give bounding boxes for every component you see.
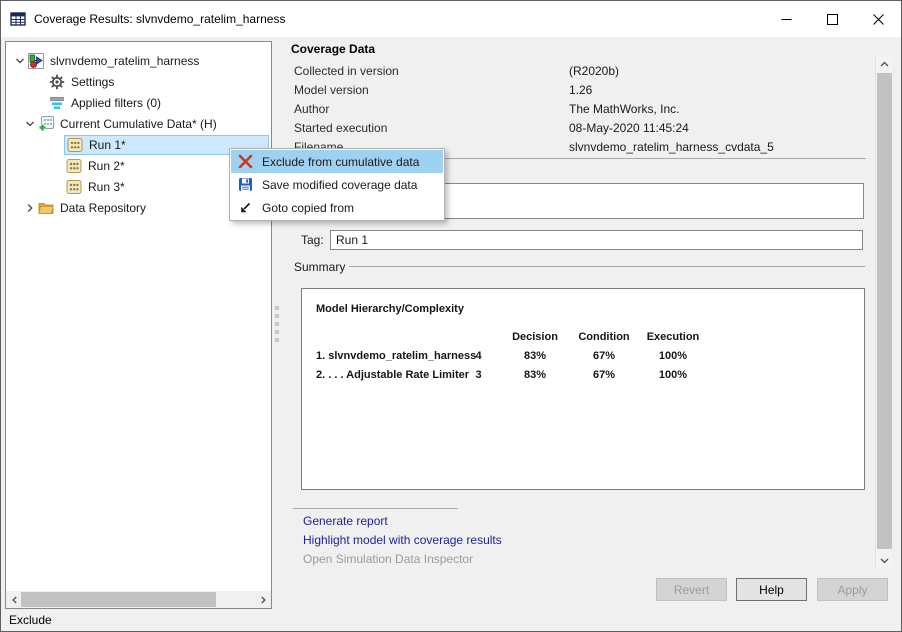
menu-item-label: Save modified coverage data	[262, 178, 417, 192]
coverage-results-window: Coverage Results: slvnvdemo_ratelim_harn…	[0, 0, 902, 632]
field-row: Model version 1.26	[294, 80, 869, 99]
field-label: Author	[294, 102, 569, 116]
field-label: Started execution	[294, 121, 569, 135]
row-decision: 83%	[496, 369, 574, 381]
model-icon	[28, 53, 44, 69]
results-tree-panel: slvnvdemo_ratelim_harness Settings Appli…	[5, 41, 272, 609]
open-sdi-link: Open Simulation Data Inspector	[303, 552, 502, 571]
tree-item-label: Data Repository	[60, 201, 146, 215]
chevron-right-icon[interactable]	[22, 200, 38, 216]
summary-section-title: Summary	[294, 260, 345, 274]
row-complexity: 3	[461, 369, 496, 381]
run-data-icon	[66, 158, 82, 174]
coverage-data-section-title: Coverage Data	[291, 42, 375, 56]
cumulative-data-icon	[38, 116, 54, 132]
window-controls	[763, 1, 901, 37]
tree-item-cumulative-data[interactable]: Current Cumulative Data* (H)	[6, 113, 271, 134]
row-execution: 100%	[634, 350, 712, 362]
right-panel-scrollbar[interactable]	[875, 56, 892, 569]
folder-icon	[38, 200, 54, 216]
field-value: The MathWorks, Inc.	[569, 102, 679, 116]
tree-horizontal-scrollbar[interactable]	[6, 591, 271, 608]
field-value: (R2020b)	[569, 64, 619, 78]
tag-input[interactable]: Run 1	[330, 230, 863, 250]
field-row: Started execution 08-May-2020 11:45:24	[294, 118, 869, 137]
row-complexity: 4	[461, 350, 496, 362]
tag-label: Tag:	[301, 233, 324, 247]
menu-item-exclude[interactable]: Exclude from cumulative data	[231, 150, 443, 173]
apply-button: Apply	[817, 578, 888, 601]
maximize-button[interactable]	[809, 1, 855, 37]
filter-icon	[49, 95, 65, 111]
tree-item-label: slvnvdemo_ratelim_harness	[50, 54, 199, 68]
revert-button: Revert	[656, 578, 727, 601]
column-header: Execution	[634, 331, 712, 343]
generate-report-link[interactable]: Generate report	[303, 514, 502, 533]
tree-item-label: Current Cumulative Data* (H)	[60, 117, 217, 131]
field-value: 08-May-2020 11:45:24	[569, 121, 689, 135]
vertical-scroll-thumb[interactable]	[877, 73, 892, 549]
close-icon	[873, 14, 884, 25]
scroll-down-arrow-icon[interactable]	[876, 552, 893, 569]
tree-item-label: Run 1*	[89, 138, 126, 152]
field-row: Collected in version (R2020b)	[294, 61, 869, 80]
summary-separator	[349, 266, 865, 267]
table-row[interactable]: 1. slvnvdemo_ratelim_harness 4 83% 67% 1…	[316, 346, 850, 365]
goto-arrow-icon	[231, 201, 259, 214]
run-data-icon	[66, 179, 82, 195]
close-button[interactable]	[855, 1, 901, 37]
field-label: Model version	[294, 83, 569, 97]
row-execution: 100%	[634, 369, 712, 381]
maximize-icon	[827, 14, 838, 25]
row-name: 2. . . . Adjustable Rate Limiter	[316, 369, 461, 381]
links-separator	[293, 508, 458, 509]
summary-table: Model Hierarchy/Complexity Decision Cond…	[301, 288, 865, 490]
column-header: Decision	[496, 331, 574, 343]
coverage-results-app-icon	[10, 11, 26, 27]
status-bar-text: Exclude	[9, 613, 52, 627]
row-name: 1. slvnvdemo_ratelim_harness	[316, 350, 461, 362]
field-value: slvnvdemo_ratelim_harness_cvdata_5	[569, 140, 774, 154]
summary-table-title: Model Hierarchy/Complexity	[316, 303, 850, 322]
help-button[interactable]: Help	[736, 578, 807, 601]
tree-item-label: Run 3*	[88, 180, 125, 194]
save-floppy-icon	[231, 177, 259, 192]
tree-item-label: Run 2*	[88, 159, 125, 173]
field-value: 1.26	[569, 83, 592, 97]
menu-item-label: Exclude from cumulative data	[262, 155, 419, 169]
menu-item-goto[interactable]: Goto copied from	[231, 196, 443, 219]
minimize-icon	[781, 14, 792, 25]
gear-icon	[49, 74, 65, 90]
menu-item-label: Goto copied from	[262, 201, 354, 215]
field-label: Collected in version	[294, 64, 569, 78]
coverage-data-fields: Collected in version (R2020b) Model vers…	[294, 61, 869, 156]
run-data-icon	[67, 137, 83, 153]
horizontal-scroll-thumb[interactable]	[21, 592, 216, 607]
chevron-down-icon[interactable]	[12, 53, 28, 69]
tree-item-label: Settings	[71, 75, 114, 89]
window-title: Coverage Results: slvnvdemo_ratelim_harn…	[34, 12, 285, 26]
action-links: Generate report Highlight model with cov…	[303, 514, 502, 571]
panel-splitter[interactable]	[275, 306, 279, 342]
menu-item-save[interactable]: Save modified coverage data	[231, 173, 443, 196]
scroll-right-arrow-icon[interactable]	[254, 591, 271, 608]
field-row: Author The MathWorks, Inc.	[294, 99, 869, 118]
title-bar: Coverage Results: slvnvdemo_ratelim_harn…	[1, 1, 901, 37]
summary-header-row: Decision Condition Execution	[316, 327, 850, 346]
tree-item-settings[interactable]: Settings	[6, 71, 271, 92]
row-condition: 67%	[574, 350, 634, 362]
table-row[interactable]: 2. . . . Adjustable Rate Limiter 3 83% 6…	[316, 365, 850, 384]
tree-item-applied-filters[interactable]: Applied filters (0)	[6, 92, 271, 113]
row-decision: 83%	[496, 350, 574, 362]
context-menu: Exclude from cumulative data Save modifi…	[229, 148, 445, 221]
tree-item-model[interactable]: slvnvdemo_ratelim_harness	[6, 50, 271, 71]
chevron-down-icon[interactable]	[22, 116, 38, 132]
scroll-up-arrow-icon[interactable]	[876, 56, 893, 73]
highlight-model-link[interactable]: Highlight model with coverage results	[303, 533, 502, 552]
row-condition: 67%	[574, 369, 634, 381]
minimize-button[interactable]	[763, 1, 809, 37]
column-header: Condition	[574, 331, 634, 343]
tree-item-label: Applied filters (0)	[71, 96, 161, 110]
exclude-red-x-icon	[231, 154, 259, 169]
